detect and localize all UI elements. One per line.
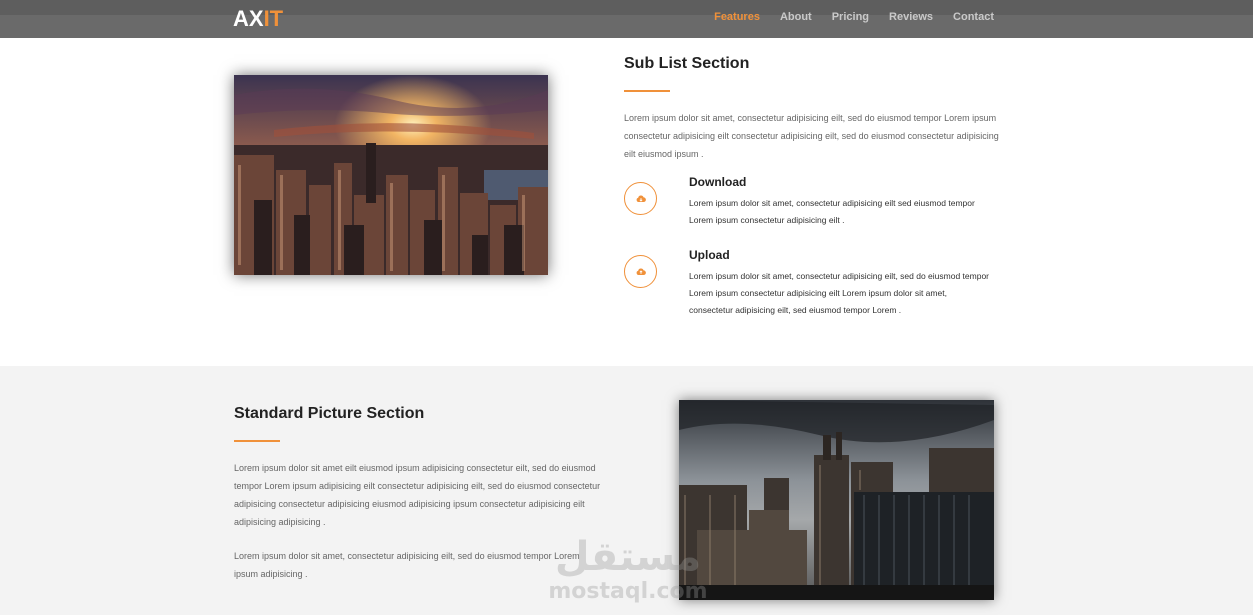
logo-text-primary: AX [233, 6, 264, 31]
download-text: Lorem ipsum dolor sit amet, consectetur … [689, 198, 975, 225]
cloud-upload-icon[interactable] [624, 255, 657, 288]
standard-paragraph-1: Lorem ipsum dolor sit amet eilt eiusmod … [234, 463, 601, 527]
title-underline [234, 440, 280, 442]
logo-text-accent: IT [263, 6, 284, 31]
upload-title: Upload [689, 248, 730, 262]
nav-reviews[interactable]: Reviews [889, 11, 933, 23]
logo[interactable]: AXIT [233, 6, 283, 32]
watermark-logo: مستقل mostaql.com [548, 530, 708, 605]
svg-text:مستقل: مستقل [555, 534, 701, 580]
navbar: AXIT Features About Pricing Reviews Cont… [0, 0, 1253, 38]
nav-about[interactable]: About [780, 11, 812, 23]
nav-contact[interactable]: Contact [953, 11, 994, 23]
sub-list-title: Sub List Section [624, 55, 750, 72]
nav-pricing[interactable]: Pricing [832, 11, 869, 23]
sub-list-intro: Lorem ipsum dolor sit amet, consectetur … [624, 113, 999, 159]
sub-list-section: Sub List Section Lorem ipsum dolor sit a… [0, 38, 1253, 366]
city-sunset-image [234, 75, 548, 275]
standard-title: Standard Picture Section [234, 405, 425, 422]
upload-text: Lorem ipsum dolor sit amet, consectetur … [689, 271, 990, 315]
main-nav: Features About Pricing Reviews Contact [714, 11, 994, 23]
download-title: Download [689, 175, 747, 189]
city-skyline-image [679, 400, 994, 600]
svg-text:mostaql.com: mostaql.com [548, 579, 707, 604]
cloud-download-icon[interactable] [624, 182, 657, 215]
navbar-top-strip [0, 0, 1253, 15]
title-underline [624, 90, 670, 92]
nav-features[interactable]: Features [714, 11, 760, 23]
